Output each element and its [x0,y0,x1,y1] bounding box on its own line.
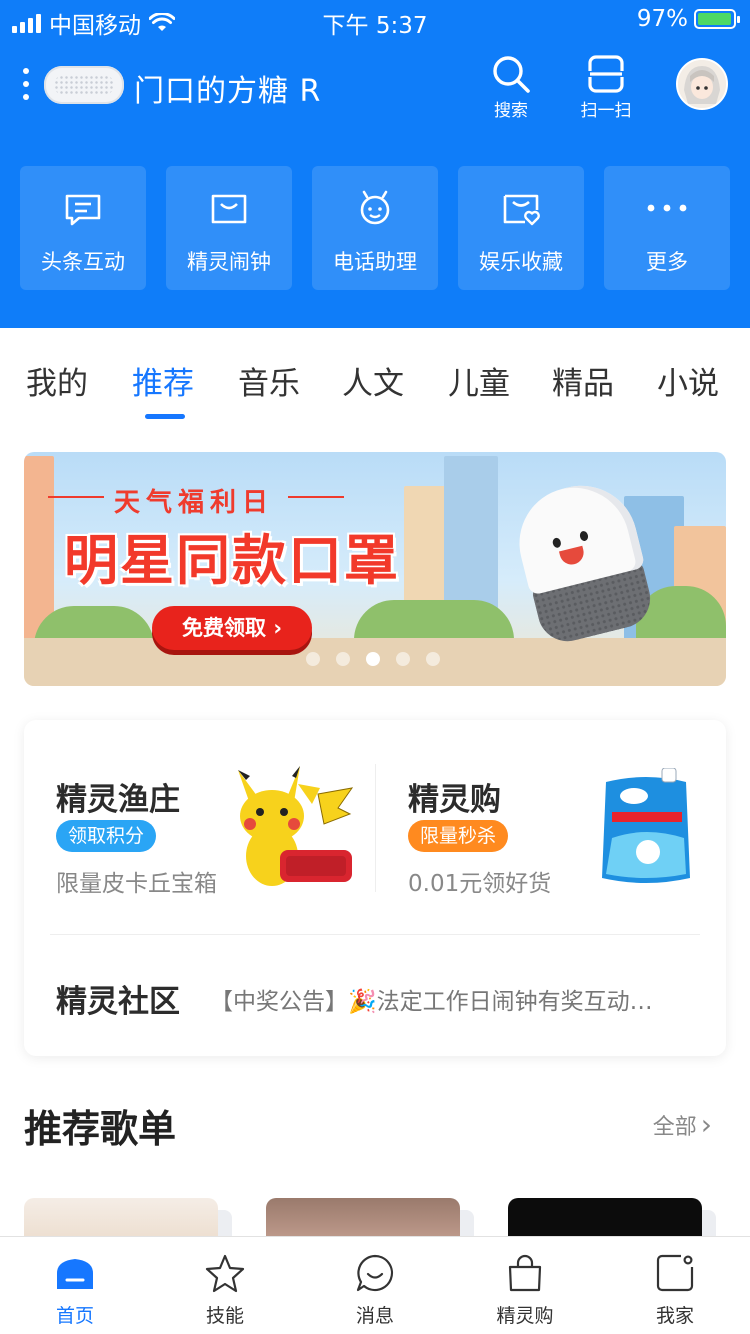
community-title[interactable]: 精灵社区 [56,976,180,1021]
alarm-box-icon [211,194,247,224]
quick-action-favorites[interactable]: 娱乐收藏 [458,166,584,290]
pikachu-illustration [238,766,354,886]
scan-icon [586,55,626,93]
nav-home[interactable]: 首页 [0,1237,150,1334]
active-tab-indicator [145,414,185,419]
nav-skills[interactable]: 技能 [150,1237,300,1334]
quick-action-label: 电话助理 [333,250,417,274]
shopping-bag-icon [508,1254,542,1292]
device-row: 门口的方糖 R 搜索 扫一扫 [0,52,750,121]
device-name[interactable]: 门口的方糖 R [134,66,321,110]
nav-label: 技能 [205,1305,244,1327]
tab-premium[interactable]: 精品 [552,358,614,403]
nav-label: 首页 [55,1305,94,1327]
carousel-dot[interactable] [306,652,320,666]
quick-action-headline[interactable]: 头条互动 [20,166,146,290]
category-tabs: 我的 推荐 音乐 人文 儿童 精品 小说 [0,350,750,422]
search-label: 搜索 [494,101,528,121]
search-icon [493,56,530,93]
battery-icon [694,9,740,29]
tab-recommended[interactable]: 推荐 [132,358,194,403]
tab-humanities[interactable]: 人文 [342,358,404,403]
community-announcement[interactable]: 【中奖公告】🎉法定工作日闹钟有奖互动… [210,982,690,1016]
banner-headline: 明星同款口罩 [64,529,400,592]
avatar-image [678,60,726,108]
vertical-divider [375,764,376,892]
heart-box-icon [503,194,540,226]
quick-action-phone-assistant[interactable]: 电话助理 [312,166,438,290]
status-bar: 中国移动 下午 5:37 97% [0,0,750,40]
flash-sale-tag: 限量秒杀 [408,820,509,852]
nav-label: 消息 [355,1305,394,1327]
more-vertical-icon[interactable] [22,68,30,100]
quick-action-label: 娱乐收藏 [479,250,563,274]
star-icon [205,1254,245,1293]
more-dots-icon [647,204,687,212]
quick-action-label: 头条互动 [41,250,125,274]
quick-action-more[interactable]: 更多 [604,166,730,290]
promo-banner[interactable]: 天气福利日 明星同款口罩 免费领取 › [24,452,726,686]
avatar[interactable] [676,58,728,110]
fishing-village-entry[interactable]: 精灵渔庄 领取积分 限量皮卡丘宝箱 [56,764,376,904]
scan-label: 扫一扫 [580,101,632,121]
entry-title: 精灵渔庄 [56,782,180,818]
robot-face-icon [360,190,390,225]
horizontal-divider [50,934,700,935]
home-device-icon [656,1254,694,1292]
search-button[interactable]: 搜索 [476,54,546,121]
nav-label: 我家 [655,1305,694,1327]
carousel-dot[interactable] [336,652,350,666]
quick-actions: 头条互动 精灵闹钟 电话助理 娱乐收藏 更多 [20,166,730,290]
detergent-bag-illustration [602,768,690,883]
nav-my-home[interactable]: 我家 [600,1237,750,1334]
carousel-dot[interactable] [366,652,380,666]
banner-cta-button[interactable]: 免费领取 › [152,606,312,650]
battery-percent: 97% [636,6,688,32]
service-card: 精灵渔庄 领取积分 限量皮卡丘宝箱 精灵购 限量秒杀 0.01元领好货 精灵社区… [24,720,726,1056]
nav-messages[interactable]: 消息 [300,1237,450,1334]
points-tag: 领取积分 [56,820,157,852]
header: 中国移动 下午 5:37 97% 门口的方糖 R 搜索 扫一扫 头条互动 精灵闹… [0,0,750,328]
tab-mine[interactable]: 我的 [26,358,88,403]
bottom-tab-bar: 首页 技能 消息 精灵购 我家 [0,1236,750,1334]
view-all-link[interactable]: 全部 [653,1108,712,1141]
battery-fill [698,13,731,25]
playlist-section-title: 推荐歌单 [24,1107,177,1151]
home-icon [57,1259,93,1289]
scan-button[interactable]: 扫一扫 [571,54,641,121]
quick-action-label: 更多 [646,250,688,274]
banner-subtitle: 天气福利日 [47,482,345,519]
nav-label: 精灵购 [496,1305,554,1327]
quick-action-label: 精灵闹钟 [187,250,271,274]
device-thumbnail[interactable] [44,66,124,104]
carousel-dot[interactable] [396,652,410,666]
entry-description: 限量皮卡丘宝箱 [56,871,217,897]
nav-jingling-shop[interactable]: 精灵购 [450,1237,600,1334]
tab-children[interactable]: 儿童 [448,358,510,403]
carousel-dots [306,652,440,666]
view-all-label: 全部 [653,1115,712,1140]
tab-novels[interactable]: 小说 [657,358,719,403]
quick-action-alarm[interactable]: 精灵闹钟 [166,166,292,290]
chat-icon [356,1254,394,1292]
carousel-dot[interactable] [426,652,440,666]
entry-description: 0.01元领好货 [408,871,552,897]
entry-title: 精灵购 [408,782,501,818]
tab-music[interactable]: 音乐 [238,358,300,403]
message-card-icon [65,194,101,226]
jingling-shop-entry[interactable]: 精灵购 限量秒杀 0.01元领好货 [408,764,728,904]
